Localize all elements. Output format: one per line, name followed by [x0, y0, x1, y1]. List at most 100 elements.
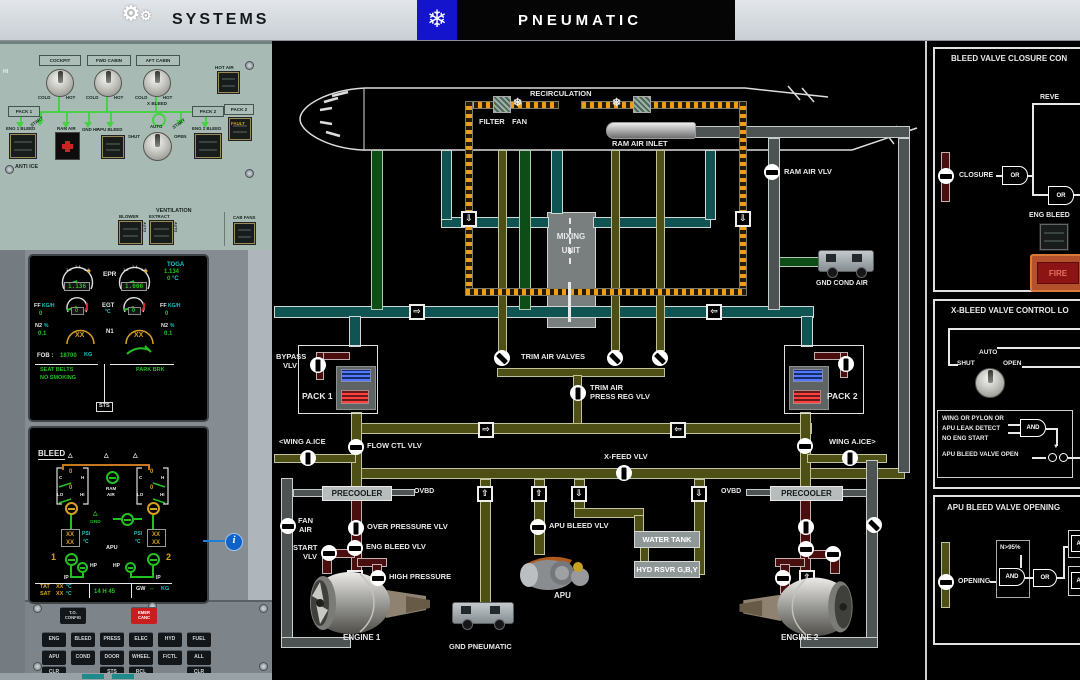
cab-fans-label: CAB FANS: [233, 216, 255, 220]
high-pressure-right-valve-icon: [775, 570, 791, 586]
extract-button[interactable]: [150, 221, 173, 244]
eng-bleed-right-valve-icon: [798, 541, 814, 557]
cold-label: COLD: [135, 96, 147, 100]
trim-air-valve-icon: [494, 350, 510, 366]
eng2-bleed-button[interactable]: [195, 134, 221, 158]
recirc-pipe: [465, 288, 747, 296]
hot-label: HOT: [66, 96, 75, 100]
cab-fans-button[interactable]: [234, 223, 255, 244]
pipe: [498, 150, 507, 352]
extract-auto-label: AUTO: [173, 222, 177, 232]
ecp-fuel-button[interactable]: FUEL: [187, 632, 211, 647]
hp2-valve-ecam-icon: [125, 562, 136, 573]
gnd-pneumatic-truck: [452, 600, 514, 630]
emer-canc-button[interactable]: EMERCANC: [131, 607, 157, 624]
recirculation-label: RECIRCULATION: [530, 90, 592, 98]
trim-air-press-reg-label: TRIM AIR: [590, 384, 623, 392]
ecp-fctl-button[interactable]: F/CTL: [158, 650, 182, 665]
ecp-elec-button[interactable]: ELEC: [129, 632, 153, 647]
arrow-down: ▼: [1053, 444, 1059, 450]
over-pressure-right-valve-icon: [798, 519, 814, 535]
fwd-cabin-temp-knob[interactable]: [94, 69, 122, 97]
pack1-valve-ecam-icon: [65, 502, 78, 515]
ram-air-valve-icon: [764, 164, 780, 180]
n95-label: N>95%: [1000, 545, 1020, 551]
aft-cabin-temp-knob[interactable]: [143, 69, 171, 97]
check-valve-icon: ⇩: [461, 211, 477, 227]
or-gate: OR: [1048, 186, 1074, 205]
tab-pneumatic[interactable]: PNEUMATIC: [518, 13, 642, 28]
blower-button[interactable]: [119, 221, 142, 244]
pipe: [705, 150, 716, 220]
cockpit-temp-label: COCKPIT: [39, 55, 81, 66]
pack2-fault-light: FAULT: [231, 122, 245, 126]
fan-icon: ❄: [612, 98, 621, 109]
check-valve-icon: ⇦: [670, 422, 686, 438]
epr-target: 1.134: [164, 269, 179, 275]
ecp-wheel-button[interactable]: WHEEL: [129, 650, 153, 665]
epr-label: EPR: [103, 272, 116, 279]
eng2-bleed-label: ENG 2 BLEED: [192, 127, 221, 131]
check-valve-icon: ⇨: [478, 422, 494, 438]
gnd-cond-air-label: GND COND AIR: [816, 280, 868, 287]
pack1-flow-label: PACK 1: [8, 106, 40, 117]
info-icon[interactable]: i: [225, 533, 243, 551]
n1-label: N1: [106, 329, 114, 335]
pack2-hot-coil: [793, 390, 821, 404]
ram-air-label: RAM AIR: [57, 127, 76, 131]
eng1-bleed-valve-ecam-icon: [65, 553, 78, 566]
fan-air-right-valve-icon: [866, 517, 882, 533]
fan-label: FAN: [512, 118, 527, 126]
ecp-cond-button[interactable]: COND: [71, 650, 95, 665]
fire-button[interactable]: FIRE: [1030, 254, 1080, 292]
ecp-press-button[interactable]: PRESS: [100, 632, 124, 647]
apu-bleed-valve-icon: [530, 519, 546, 535]
blower-auto-label: AUTO: [142, 222, 146, 232]
mixing-unit-label: MIXING: [549, 233, 593, 241]
pipe: [371, 150, 383, 310]
pipe: [441, 217, 549, 228]
closure-logic-title: BLEED VALVE CLOSURE CON: [951, 55, 1067, 63]
hot-air-button[interactable]: [218, 72, 239, 93]
ecp-all-button[interactable]: ALL: [187, 650, 211, 665]
pack2-valve-ecam-icon: [147, 502, 160, 515]
pack2-flow-label: PACK 2: [192, 106, 224, 117]
hot-label: HOT: [163, 96, 172, 100]
fwd-cabin-temp-label: FWD CABIN: [87, 55, 131, 66]
fan-air-left-valve-icon: [280, 518, 296, 534]
xbleed-rotary-knob[interactable]: [143, 132, 172, 161]
svg-text:1.4: 1.4: [132, 264, 138, 269]
tab-systems[interactable]: SYSTEMS: [172, 12, 269, 28]
ecp-eng-button[interactable]: ENG: [42, 632, 66, 647]
temp-value: 0: [167, 276, 170, 282]
closure-valve-icon: [938, 168, 954, 184]
eng-bleed-logic-label: ENG BLEED: [1029, 212, 1070, 219]
check-valve-icon: ⇩: [735, 211, 751, 227]
ecp-bleed-button[interactable]: BLEED: [71, 632, 95, 647]
eng1-bleed-label: ENG 1 BLEED: [6, 127, 35, 131]
hyd-rsvr: HYD RSVR G,B,Y: [634, 561, 700, 578]
bleed-triangle: △: [133, 453, 138, 459]
filter-icon: [633, 96, 651, 113]
recirc-pipe: [465, 101, 473, 295]
filter-icon: [493, 96, 511, 113]
xbleed-logic-title: X-BLEED VALVE CONTROL LO: [951, 307, 1069, 315]
pipe: [551, 150, 563, 214]
ram-air-guarded-button[interactable]: [55, 132, 80, 160]
pipe: [866, 460, 878, 648]
ecp-hyd-button[interactable]: HYD: [158, 632, 182, 647]
cockpit-temp-knob[interactable]: [46, 69, 74, 97]
pipe: [441, 150, 452, 220]
eng1-bleed-button[interactable]: [10, 134, 36, 158]
pack1-bypass-valve-icon: [310, 357, 326, 373]
pack1-label: PACK 1: [302, 392, 333, 401]
to-config-button[interactable]: T.O.CONFIG: [60, 607, 86, 624]
ecp-door-button[interactable]: DOOR: [100, 650, 124, 665]
apu-bleed-button[interactable]: [102, 136, 124, 158]
pipe: [746, 489, 771, 496]
flow-ctl-vlv-label: FLOW CTL VLV: [367, 442, 422, 450]
pipe: [391, 489, 415, 496]
ecp-apu-button[interactable]: APU: [42, 650, 66, 665]
svg-text:1.2: 1.2: [123, 267, 129, 272]
bleed-triangle: △: [104, 453, 109, 459]
